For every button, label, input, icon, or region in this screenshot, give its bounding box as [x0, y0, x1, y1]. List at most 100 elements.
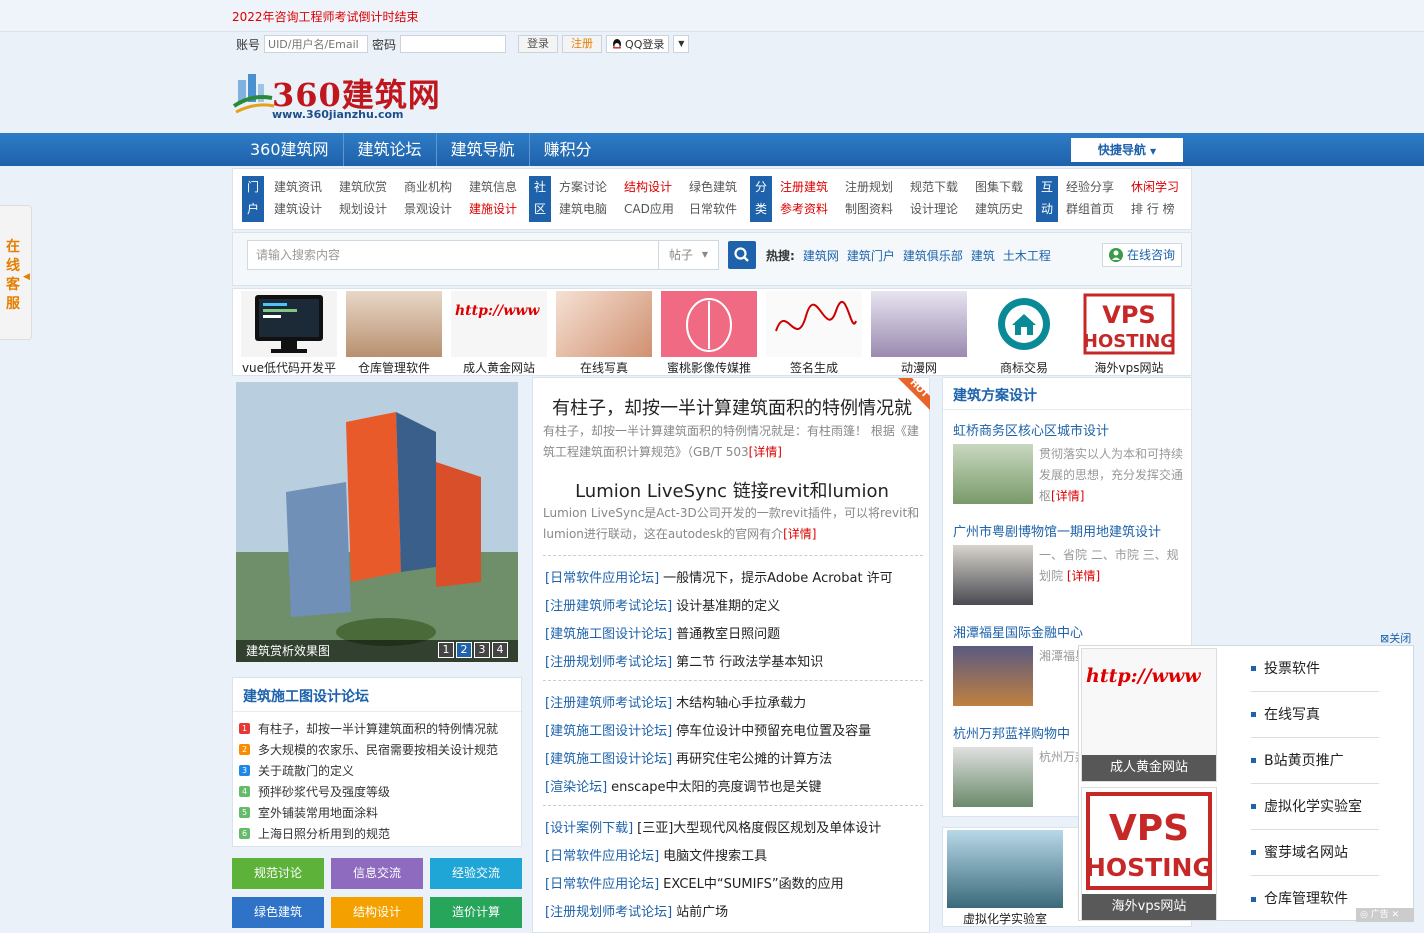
lab-thumbnail[interactable] — [947, 830, 1063, 908]
slideshow-image[interactable] — [236, 382, 518, 662]
float-ad-image[interactable]: VPS HOSTING 海外vps网站 — [1081, 787, 1217, 921]
list-item[interactable]: [建筑施工图设计论坛] 停车位设计中预留充电位置及容量 — [545, 715, 923, 743]
ad-item[interactable]: VPS HOSTING 海外vps网站 — [1081, 291, 1177, 375]
list-item[interactable]: 3 关于疏散门的定义 — [239, 760, 521, 781]
chevron-down-icon[interactable]: ▼ — [673, 35, 690, 53]
search-input[interactable]: 请输入搜索内容 — [247, 240, 659, 270]
detail-link[interactable]: [详情] — [783, 527, 816, 541]
right-panel-title[interactable]: 建筑方案设计 — [943, 378, 1191, 410]
hot-term[interactable]: 建筑网 — [803, 247, 839, 264]
nav-item-guide[interactable]: 建筑导航 — [437, 133, 530, 166]
project-thumbnail[interactable] — [953, 444, 1033, 504]
float-ad-link[interactable]: 投票软件 — [1251, 646, 1379, 692]
project-thumbnail[interactable] — [953, 646, 1033, 706]
tag-button[interactable]: 结构设计 — [331, 897, 423, 928]
category-link[interactable]: 日常软件 — [689, 200, 754, 217]
category-link[interactable]: 建筑电脑 — [559, 200, 624, 217]
close-ad-button[interactable]: ⊠关闭 — [1380, 630, 1411, 646]
detail-link[interactable]: [详情] — [1051, 489, 1084, 503]
slide-page-button[interactable]: 4 — [492, 642, 508, 658]
hot-term[interactable]: 建筑门户 — [847, 247, 895, 264]
hot-term[interactable]: 建筑俱乐部 — [903, 247, 963, 264]
category-link[interactable]: 注册建筑 — [780, 178, 845, 195]
category-link[interactable]: 商业机构 — [404, 178, 469, 195]
category-link[interactable]: 设计理论 — [910, 200, 975, 217]
online-consult-button[interactable]: 在线咨询 — [1102, 243, 1182, 267]
ad-item[interactable]: 商标交易 — [976, 291, 1072, 375]
float-ad-link[interactable]: 蜜芽域名网站 — [1251, 830, 1379, 876]
category-link[interactable]: 规划设计 — [339, 200, 404, 217]
list-item[interactable]: [建筑施工图设计论坛] 普通教室日照问题 — [545, 618, 923, 646]
hot-term[interactable]: 土木工程 — [1003, 247, 1051, 264]
exam-countdown-link[interactable]: 2022年咨询工程师考试倒计时结束 — [232, 8, 419, 25]
register-button[interactable]: 注册 — [562, 35, 603, 53]
left-forum-title[interactable]: 建筑施工图设计论坛 — [233, 678, 521, 712]
list-item[interactable]: 6 上海日照分析用到的规范 — [239, 823, 521, 844]
list-item[interactable]: [设计案例下载] [三亚]大型现代风格度假区规划及单体设计 — [545, 812, 923, 840]
category-link[interactable]: 注册规划 — [845, 178, 910, 195]
project-thumbnail[interactable] — [953, 747, 1033, 807]
ad-item[interactable]: 在线写真 — [556, 291, 652, 375]
category-link[interactable]: 建筑历史 — [975, 200, 1040, 217]
list-item[interactable]: [日常软件应用论坛] 一般情况下，提示Adobe Acrobat 许可 — [545, 562, 923, 590]
account-input[interactable] — [264, 35, 369, 53]
tag-button[interactable]: 规范讨论 — [232, 858, 324, 889]
float-ad-image[interactable]: http://www 成人黄金网站 — [1081, 648, 1217, 782]
category-link[interactable]: 结构设计 — [624, 178, 689, 195]
category-link[interactable]: 建筑设计 — [274, 200, 339, 217]
list-item[interactable]: [注册建筑师考试论坛] 木结构轴心手拉承载力 — [545, 687, 923, 715]
nav-item-home[interactable]: 360建筑网 — [236, 133, 344, 166]
search-scope-select[interactable]: 帖子 ▼ — [659, 240, 719, 270]
list-item[interactable]: [日常软件应用论坛] EXCEL中“SUMIFS”函数的应用 — [545, 868, 923, 896]
category-link[interactable]: 群组首页 — [1066, 200, 1131, 217]
password-input[interactable] — [400, 35, 507, 53]
category-link[interactable]: 方案讨论 — [559, 178, 624, 195]
project-item[interactable]: 虹桥商务区核心区城市设计 贯彻落实以人为本和可持续发展的思想，充分发挥交通枢[详… — [953, 420, 1185, 504]
category-link[interactable]: 建施设计 — [469, 200, 534, 217]
category-link[interactable]: 景观设计 — [404, 200, 469, 217]
category-link[interactable]: 规范下载 — [910, 178, 975, 195]
ad-item[interactable]: 蜜桃影像传媒推 — [661, 291, 757, 375]
slide-page-button[interactable]: 1 — [438, 642, 454, 658]
category-link[interactable]: 建筑欣赏 — [339, 178, 404, 195]
category-link[interactable]: 建筑资讯 — [274, 178, 339, 195]
project-thumbnail[interactable] — [953, 545, 1033, 605]
category-link[interactable]: 经验分享 — [1066, 178, 1131, 195]
nav-item-forum[interactable]: 建筑论坛 — [344, 133, 437, 166]
list-item[interactable]: 2 多大规模的农家乐、民宿需要按相关设计规范 — [239, 739, 521, 760]
category-link[interactable]: 建筑信息 — [469, 178, 534, 195]
detail-link[interactable]: [详情] — [1067, 569, 1100, 583]
list-item[interactable]: [建筑施工图设计论坛] 再研究住宅公摊的计算方法 — [545, 743, 923, 771]
quick-nav-button[interactable]: 快捷导航 ▼ — [1071, 138, 1183, 162]
tag-button[interactable]: 造价计算 — [430, 897, 522, 928]
login-button[interactable]: 登录 — [518, 35, 559, 53]
detail-link[interactable]: [详情] — [749, 445, 782, 459]
project-item[interactable]: 广州市粤剧博物馆一期用地建筑设计 一、省院 二、市院 三、规划院 [详情] — [953, 521, 1185, 605]
list-item[interactable]: [日常软件应用论坛] 电脑文件搜索工具 — [545, 840, 923, 868]
tag-button[interactable]: 绿色建筑 — [232, 897, 324, 928]
slide-page-button[interactable]: 2 — [456, 642, 472, 658]
ad-item[interactable]: 签名生成 — [766, 291, 862, 375]
category-link[interactable]: 休闲学习 — [1131, 178, 1196, 195]
list-item[interactable]: 1 有柱子，却按一半计算建筑面积的特例情况就 — [239, 718, 521, 739]
tag-button[interactable]: 信息交流 — [331, 858, 423, 889]
list-item[interactable]: [注册规划师考试论坛] 第二节 行政法学基本知识 — [545, 646, 923, 674]
float-ad-link[interactable]: 在线写真 — [1251, 692, 1379, 738]
list-item[interactable]: [渲染论坛] enscape中太阳的亮度调节也是关键 — [545, 771, 923, 799]
list-item[interactable]: 4 预拌砂浆代号及强度等级 — [239, 781, 521, 802]
category-link[interactable]: CAD应用 — [624, 200, 689, 217]
online-service-tab[interactable]: 在线客服 ◀ — [0, 205, 32, 340]
category-link[interactable]: 排 行 榜 — [1131, 200, 1196, 217]
search-button[interactable] — [728, 241, 756, 269]
ad-item[interactable]: 动漫网 — [871, 291, 967, 375]
tag-button[interactable]: 经验交流 — [430, 858, 522, 889]
list-item[interactable]: [注册规划师考试论坛] 站前广场 — [545, 896, 923, 924]
float-ad-link[interactable]: 虚拟化学实验室 — [1251, 784, 1379, 830]
qq-login-button[interactable]: QQ登录 — [606, 35, 670, 53]
category-link[interactable]: 图集下载 — [975, 178, 1040, 195]
project-item[interactable]: 湘潭福星国际金融中心 湘潭福星国际 — [953, 622, 1185, 706]
headline-2[interactable]: Lumion LiveSync 链接revit和lumion — [533, 477, 931, 503]
hot-term[interactable]: 建筑 — [971, 247, 995, 264]
site-logo[interactable]: 360建筑网 www.360jianzhu.com — [232, 66, 462, 126]
category-link[interactable]: 参考资料 — [780, 200, 845, 217]
